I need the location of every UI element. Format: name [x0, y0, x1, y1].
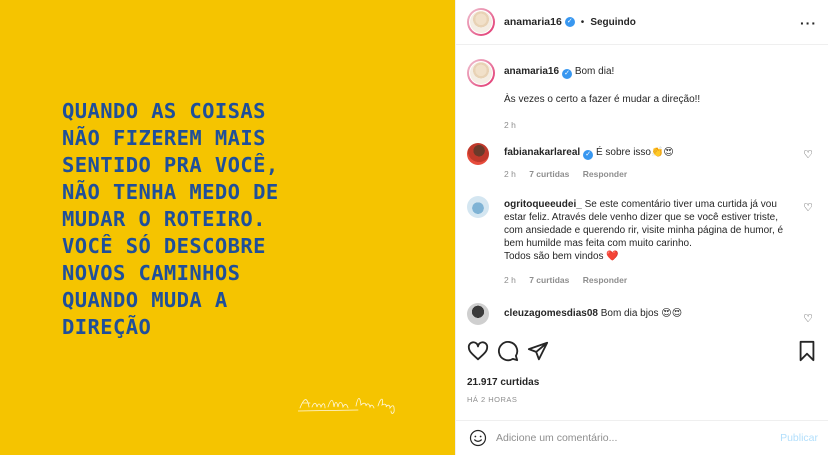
caption-text-line1: Bom dia!	[574, 66, 615, 77]
comment-text: É sobre isso👏😍	[595, 147, 674, 158]
heart-icon[interactable]	[467, 340, 489, 362]
verified-badge-icon: ✓	[564, 17, 575, 27]
quote-line: NOVOS CAMINHOS	[62, 261, 241, 285]
verified-badge-icon: ✓	[583, 150, 594, 160]
quote-line: NÃO TENHA MEDO DE	[62, 180, 279, 204]
avatar[interactable]	[467, 303, 489, 325]
comment-text: Bom dia bjos 😍😍	[600, 308, 683, 319]
comment-likes[interactable]: 7 curtidas	[529, 169, 569, 179]
reply-button[interactable]: Responder	[583, 275, 627, 285]
comment-like-heart-icon[interactable]: ♡	[803, 312, 813, 325]
quote-line: VOCÊ SÓ DESCOBRE	[62, 234, 266, 258]
add-comment-bar: Publicar	[456, 420, 828, 455]
comment-like-heart-icon[interactable]: ♡	[803, 201, 813, 214]
comment-username[interactable]: fabianakarlareal	[504, 147, 580, 158]
comment-likes[interactable]: 7 curtidas	[529, 275, 569, 285]
quote-line: DIREÇÃO	[62, 315, 152, 339]
comment-text-line2: Todos são bem vindos ❤️	[504, 251, 619, 262]
emoji-icon[interactable]	[469, 429, 487, 447]
quote-line: NÃO FIZEREM MAIS	[62, 126, 266, 150]
quote-line: MUDAR O ROTEIRO.	[62, 207, 266, 231]
avatar[interactable]	[467, 59, 495, 87]
comments-list[interactable]: anamaria16 ✓ Bom dia! Às vezes o certo a …	[456, 45, 828, 340]
avatar[interactable]	[467, 143, 489, 165]
quote-text: QUANDO AS COISAS NÃO FIZEREM MAIS SENTID…	[62, 98, 402, 341]
avatar[interactable]	[467, 196, 489, 218]
reply-button[interactable]: Responder	[583, 169, 627, 179]
signature-image	[298, 397, 395, 414]
post-image[interactable]: QUANDO AS COISAS NÃO FIZEREM MAIS SENTID…	[0, 0, 455, 455]
action-bar	[456, 340, 828, 370]
avatar[interactable]	[467, 8, 495, 36]
post-header: anamaria16 ✓ • Seguindo ···	[456, 0, 828, 45]
caption-text-line2: Às vezes o certo a fazer é mudar a direç…	[504, 94, 701, 105]
comment-username[interactable]: ogritoqueeudei_	[504, 199, 582, 210]
following-button[interactable]: Seguindo	[590, 17, 636, 28]
comment-time: 2 h	[504, 169, 516, 179]
comment-icon[interactable]	[497, 340, 519, 362]
quote-line: QUANDO AS COISAS	[62, 99, 266, 123]
bookmark-icon[interactable]	[796, 340, 818, 362]
caption-username[interactable]: anamaria16	[504, 66, 559, 77]
post-timestamp: HÁ 2 HORAS	[467, 395, 518, 404]
header-username[interactable]: anamaria16	[504, 16, 562, 28]
comment-time: 2 h	[504, 275, 516, 285]
quote-line: SENTIDO PRA VOCÊ,	[62, 153, 279, 177]
comment-username[interactable]: cleuzagomesdias08	[504, 308, 598, 319]
comment-input[interactable]	[496, 432, 766, 444]
verified-badge-icon: ✓	[562, 69, 573, 79]
separator-dot: •	[580, 16, 585, 28]
likes-count[interactable]: 21.917 curtidas	[467, 377, 539, 388]
publish-button[interactable]: Publicar	[780, 432, 818, 444]
post-sidebar: anamaria16 ✓ • Seguindo ··· anamaria16 ✓ …	[455, 0, 828, 455]
caption-time: 2 h	[504, 120, 516, 130]
comment-like-heart-icon[interactable]: ♡	[803, 148, 813, 161]
share-icon[interactable]	[527, 340, 549, 362]
quote-line: QUANDO MUDA A	[62, 288, 228, 312]
more-options-icon[interactable]: ···	[800, 15, 817, 31]
